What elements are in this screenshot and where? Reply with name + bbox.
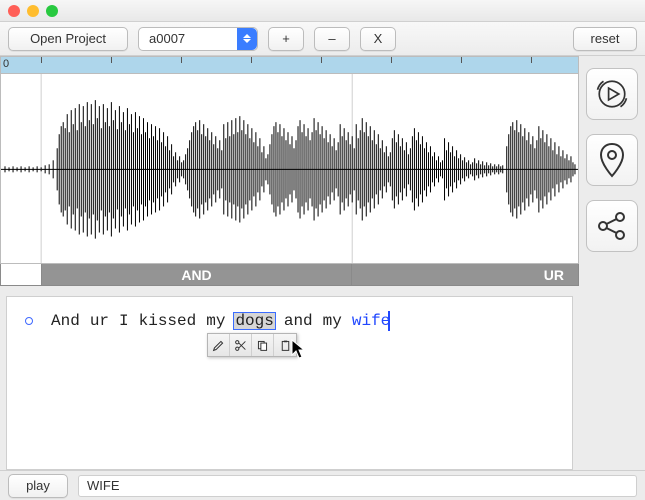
- pencil-icon: [212, 339, 225, 352]
- copy-menu-item[interactable]: [252, 334, 274, 356]
- word-token[interactable]: and: [282, 312, 315, 330]
- ruler-origin-label: 0: [3, 58, 9, 70]
- context-menu: [207, 333, 297, 357]
- word-token[interactable]: kissed: [137, 312, 199, 330]
- text-caret: [388, 311, 390, 331]
- segment-second[interactable]: UR: [351, 264, 578, 285]
- clipboard-icon: [279, 339, 292, 352]
- play-button[interactable]: play: [8, 474, 68, 498]
- delete-button[interactable]: X: [360, 27, 396, 51]
- word-token[interactable]: my: [204, 312, 227, 330]
- scissors-icon: [234, 339, 247, 352]
- transcript-line[interactable]: And ur I kissed my dogs and my wife: [21, 311, 558, 331]
- main-toolbar: Open Project a0007 + – X reset: [0, 22, 645, 56]
- window-titlebar: [0, 0, 645, 22]
- reset-button[interactable]: reset: [573, 27, 637, 51]
- status-field: WIFE: [78, 475, 637, 497]
- word-token[interactable]: I: [117, 312, 131, 330]
- zoom-out-button[interactable]: –: [314, 27, 350, 51]
- bullet-icon: [25, 317, 33, 325]
- workspace: 0 AND: [0, 56, 645, 470]
- zoom-in-button[interactable]: +: [268, 27, 304, 51]
- segment-blank[interactable]: [1, 264, 41, 285]
- segment-first[interactable]: AND: [41, 264, 351, 285]
- segment-bar[interactable]: AND UR: [0, 264, 579, 286]
- minimize-window-button[interactable]: [27, 5, 39, 17]
- copy-icon: [256, 339, 269, 352]
- edit-menu-item[interactable]: [208, 334, 230, 356]
- waveform-view[interactable]: [0, 74, 579, 264]
- zoom-window-button[interactable]: [46, 5, 58, 17]
- project-select[interactable]: a0007: [138, 27, 258, 51]
- project-select-value: a0007: [149, 31, 185, 46]
- transcript-panel[interactable]: And ur I kissed my dogs and my wife: [6, 296, 573, 470]
- word-token[interactable]: And: [49, 312, 82, 330]
- play-circle-button[interactable]: [586, 68, 638, 120]
- word-token-editing[interactable]: wife: [350, 311, 392, 331]
- word-token-selected[interactable]: dogs: [233, 312, 275, 330]
- close-window-button[interactable]: [8, 5, 20, 17]
- chevrons-icon: [237, 28, 257, 50]
- share-nodes-icon: [596, 210, 628, 242]
- footer-bar: play WIFE: [0, 470, 645, 500]
- word-token[interactable]: ur: [88, 312, 111, 330]
- share-button[interactable]: [586, 200, 638, 252]
- play-circle-icon: [595, 77, 629, 111]
- right-toolbar: [579, 56, 645, 470]
- word-token[interactable]: my: [321, 312, 344, 330]
- open-project-button[interactable]: Open Project: [8, 27, 128, 51]
- marker-button[interactable]: [586, 134, 638, 186]
- cut-menu-item[interactable]: [230, 334, 252, 356]
- paste-menu-item[interactable]: [274, 334, 296, 356]
- location-pin-icon: [597, 142, 627, 178]
- time-ruler[interactable]: 0: [0, 56, 579, 74]
